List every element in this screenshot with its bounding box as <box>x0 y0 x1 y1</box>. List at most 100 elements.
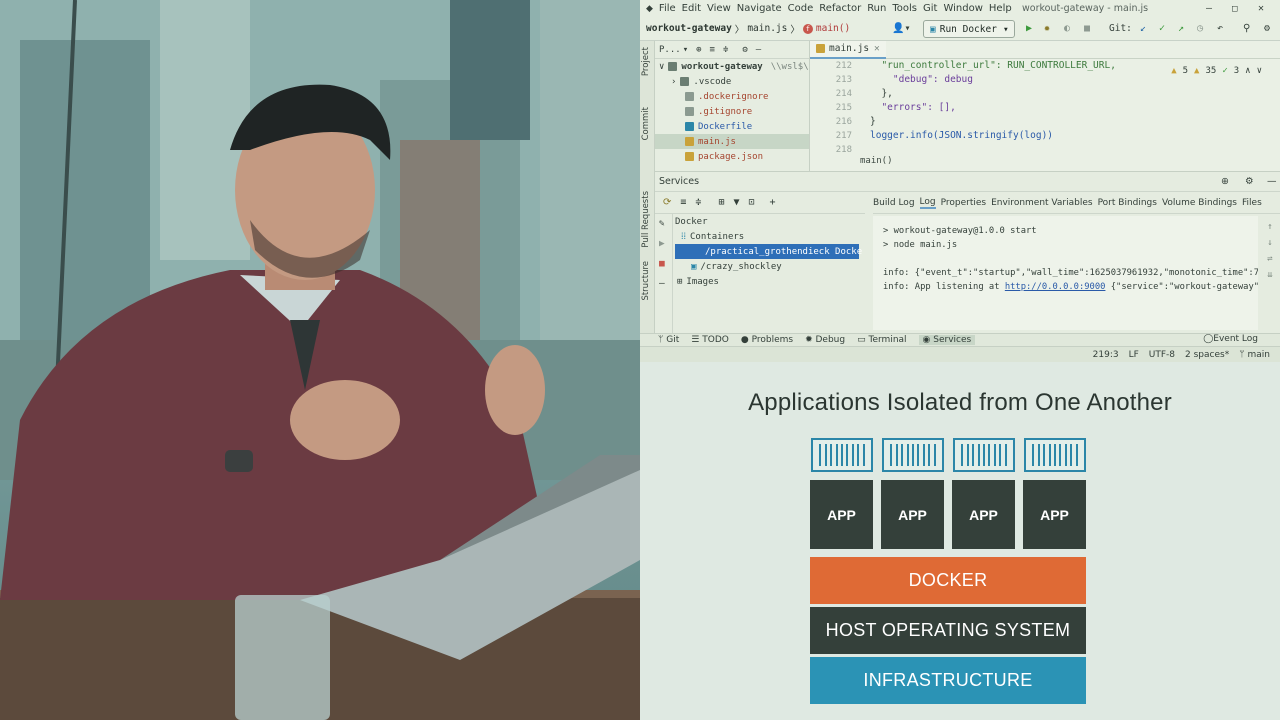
tab-properties[interactable]: Properties <box>941 198 986 208</box>
tree-item-vscode[interactable]: › .vscode <box>655 74 809 89</box>
globe-icon[interactable]: ⊕ <box>1221 176 1229 187</box>
menu-logo-icon[interactable]: ◆ <box>646 4 653 14</box>
log-console[interactable]: > workout-gateway@1.0.0 start > node mai… <box>873 216 1258 330</box>
run-icon[interactable]: ▶ <box>659 238 665 249</box>
search-icon[interactable]: ⚲ <box>1243 23 1250 34</box>
tree-docker[interactable]: Docker <box>675 214 859 229</box>
tab-log[interactable]: Log <box>919 197 936 209</box>
stop-icon[interactable]: ■ <box>659 258 665 269</box>
menu-view[interactable]: View <box>707 3 731 14</box>
maximize-icon[interactable]: □ <box>1232 4 1237 14</box>
run-configuration-select[interactable]: ▣ Run Docker ▾ <box>923 20 1015 38</box>
menu-file[interactable]: File <box>659 3 676 14</box>
tool-tab-structure[interactable]: Structure <box>641 261 651 301</box>
menu-refactor[interactable]: Refactor <box>819 3 861 14</box>
close-icon[interactable]: ✕ <box>1258 3 1264 14</box>
git-history-icon[interactable]: ◷ <box>1197 23 1203 34</box>
console-url-link[interactable]: http://0.0.0.0:9000 <box>1005 282 1106 292</box>
menu-navigate[interactable]: Navigate <box>737 3 782 14</box>
hide-icon[interactable]: — <box>1267 176 1277 187</box>
tree-container-crazy-shockley[interactable]: ▣ /crazy_shockley <box>675 259 859 274</box>
tree-images[interactable]: ⊞ Images <box>675 274 859 289</box>
edit-icon[interactable]: ✎ <box>659 218 665 229</box>
settings-icon[interactable]: ⚙ <box>1264 23 1270 34</box>
tab-build-log[interactable]: Build Log <box>873 198 915 208</box>
bottom-tab-problems[interactable]: ● Problems <box>741 335 793 345</box>
tree-item-package-json[interactable]: package.json <box>655 149 809 164</box>
collapse-all-icon[interactable]: ≑ <box>723 45 728 55</box>
git-update-icon[interactable]: ↙ <box>1140 23 1146 34</box>
tab-volume-bindings[interactable]: Volume Bindings <box>1162 198 1237 208</box>
expand-all-icon[interactable]: ≡ <box>710 45 715 55</box>
group-icon[interactable]: ⊞ <box>718 197 724 208</box>
event-log-button[interactable]: ◯Event Log <box>1203 334 1258 344</box>
connect-icon[interactable]: ⟳ <box>663 197 671 208</box>
tree-item-gitignore[interactable]: .gitignore <box>655 104 809 119</box>
locate-icon[interactable]: ⊕ <box>696 45 701 55</box>
new-tab-icon[interactable]: ⊡ <box>749 197 755 208</box>
chevron-up-icon[interactable]: ∧ <box>1245 66 1250 76</box>
tool-tab-pull-requests[interactable]: Pull Requests <box>641 191 651 248</box>
tree-container-practical-grothendieck[interactable]: /practical_grothendieck Docke <box>675 244 862 259</box>
breadcrumb-function[interactable]: main() <box>816 23 850 34</box>
breadcrumb-project[interactable]: workout-gateway <box>646 23 732 34</box>
tab-port-bindings[interactable]: Port Bindings <box>1098 198 1157 208</box>
hide-icon[interactable]: — <box>756 45 761 55</box>
bottom-tab-terminal[interactable]: ▭ Terminal <box>857 335 906 345</box>
menu-git[interactable]: Git <box>923 3 937 14</box>
collapse-all-icon[interactable]: ≑ <box>695 197 701 208</box>
close-tab-icon[interactable]: ✕ <box>874 43 880 54</box>
tree-item-dockerfile[interactable]: Dockerfile <box>655 119 809 134</box>
status-line-separator[interactable]: LF <box>1129 350 1139 360</box>
tree-item-dockerignore[interactable]: .dockerignore <box>655 89 809 104</box>
menu-tools[interactable]: Tools <box>892 3 917 14</box>
git-commit-icon[interactable]: ✓ <box>1159 23 1165 34</box>
gear-icon[interactable]: ⚙ <box>742 45 747 55</box>
tool-tab-commit[interactable]: Commit <box>641 107 651 140</box>
git-push-icon[interactable]: ↗ <box>1178 23 1184 34</box>
remove-icon[interactable]: — <box>659 278 665 289</box>
menu-window[interactable]: Window <box>943 3 982 14</box>
chevron-down-icon[interactable]: ▾ <box>683 45 688 55</box>
arrow-up-icon[interactable]: ↑ <box>1267 222 1272 232</box>
breadcrumb-file[interactable]: main.js <box>747 23 787 34</box>
stop-icon[interactable]: ■ <box>1084 23 1090 34</box>
debug-icon[interactable]: ✹ <box>1044 23 1050 34</box>
scroll-to-end-icon[interactable]: ⇊ <box>1267 270 1272 280</box>
arrow-down-icon[interactable]: ↓ <box>1267 238 1272 248</box>
inspection-widget[interactable]: ▲ 5 ▲ 35 ✓ 3 ∧ ∨ <box>1171 66 1262 76</box>
bottom-tab-debug[interactable]: ✹ Debug <box>805 335 845 345</box>
expand-all-icon[interactable]: ≡ <box>680 197 686 208</box>
bottom-tab-todo[interactable]: ☰ TODO <box>691 335 729 345</box>
minimize-icon[interactable]: – <box>1206 3 1212 14</box>
tree-root-workout-gateway[interactable]: ∨ workout-gateway \\wsl$\ <box>655 59 809 74</box>
tree-containers[interactable]: ⁞⁞ Containers <box>675 229 859 244</box>
user-icon[interactable]: 👤▾ <box>892 23 910 34</box>
tool-tab-project[interactable]: Project <box>641 47 651 76</box>
status-encoding[interactable]: UTF-8 <box>1149 350 1175 360</box>
filter-icon[interactable]: ▼ <box>733 197 739 208</box>
menu-help[interactable]: Help <box>989 3 1012 14</box>
tab-files[interactable]: Files <box>1242 198 1262 208</box>
menu-code[interactable]: Code <box>788 3 814 14</box>
tree-item-main-js[interactable]: main.js <box>655 134 809 149</box>
git-rollback-icon[interactable]: ↶ <box>1217 23 1223 34</box>
add-icon[interactable]: + <box>770 197 776 208</box>
project-view-select[interactable]: P... <box>659 45 681 55</box>
menu-edit[interactable]: Edit <box>682 3 701 14</box>
chevron-down-icon[interactable]: ∨ <box>1257 66 1262 76</box>
editor-tab-main-js[interactable]: main.js ✕ <box>810 40 886 59</box>
editor-breadcrumb-footer[interactable]: main() <box>860 156 893 166</box>
status-cursor-position[interactable]: 219:3 <box>1093 350 1119 360</box>
run-configuration-label: Run Docker <box>939 23 997 35</box>
soft-wrap-icon[interactable]: ⇌ <box>1267 254 1272 264</box>
status-indent[interactable]: 2 spaces* <box>1185 350 1229 360</box>
gear-icon[interactable]: ⚙ <box>1245 176 1254 187</box>
tab-environment-variables[interactable]: Environment Variables <box>991 198 1092 208</box>
run-icon[interactable]: ▶ <box>1026 23 1032 34</box>
bottom-tab-services[interactable]: ◉ Services <box>918 335 976 345</box>
menu-run[interactable]: Run <box>867 3 886 14</box>
status-branch[interactable]: ᛘ main <box>1239 350 1270 360</box>
bottom-tab-git[interactable]: ᛘ Git <box>658 335 679 345</box>
coverage-icon[interactable]: ◐ <box>1064 23 1070 34</box>
